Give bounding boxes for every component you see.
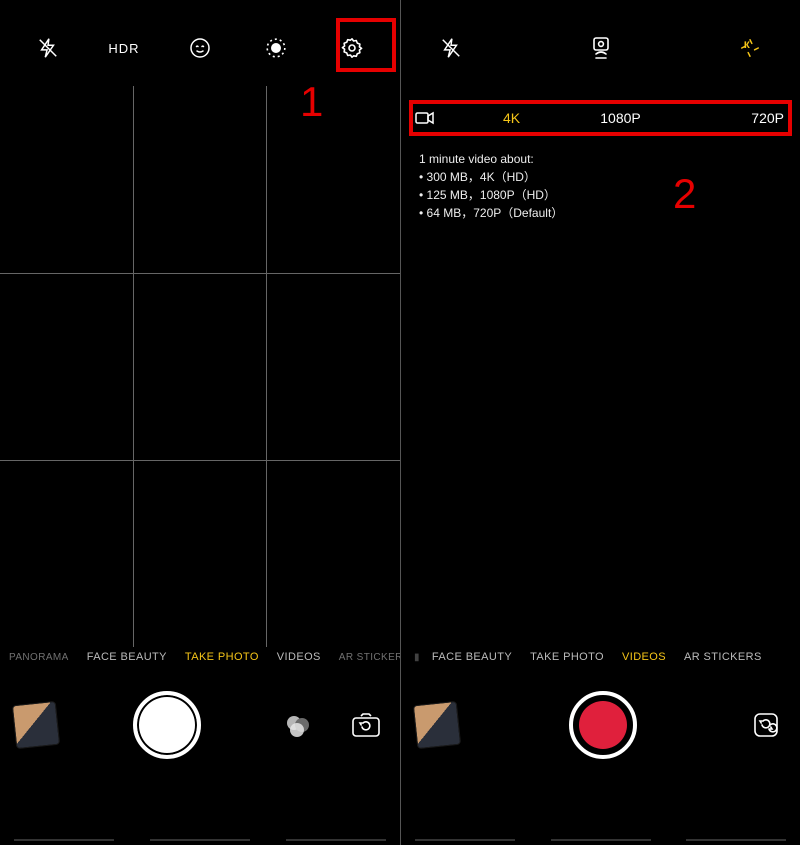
info-title: 1 minute video about: [419,150,563,168]
resolution-info: 1 minute video about: • 300 MB，4K（HD） • … [419,150,563,222]
info-line-1: • 125 MB，1080P（HD） [419,186,563,204]
mode-videos[interactable]: VIDEOS [268,651,330,663]
right-controls-group [276,703,386,747]
live-photo-icon[interactable] [252,24,300,72]
nav-bar-strip [415,839,786,843]
gallery-thumbnail[interactable] [12,701,60,749]
top-icon-bar [401,24,800,72]
flash-off-icon[interactable] [24,24,72,72]
resolution-1080p[interactable]: 1080P [566,110,675,126]
screen-video-mode: 2 4K 1080P 720P 1 minute video about: • … [400,0,800,845]
info-line-0: • 300 MB，4K（HD） [419,168,563,186]
mode-selector[interactable]: ▮ FACE BEAUTY TAKE PHOTO VIDEOS AR STICK… [401,645,800,669]
flash-off-icon[interactable] [427,24,475,72]
mode-videos[interactable]: VIDEOS [613,651,675,663]
bottom-controls [401,685,800,765]
mode-panorama[interactable]: PANORAMA [0,652,78,663]
gallery-thumbnail[interactable] [413,701,461,749]
shutter-button[interactable] [133,691,201,759]
video-icon [413,111,437,125]
resolution-4k[interactable]: 4K [457,110,566,126]
mode-face-beauty[interactable]: FACE BEAUTY [423,651,521,663]
hdr-toggle[interactable]: HDR [100,24,148,72]
stabilization-icon[interactable] [577,24,625,72]
record-button[interactable] [569,691,637,759]
bottom-controls [0,685,400,765]
resolution-720p[interactable]: 720P [675,110,788,126]
mode-ar-stickers[interactable]: AR STICKERS [675,651,771,663]
info-line-2: • 64 MB，720P（Default） [419,204,563,222]
hdr-label: HDR [108,41,139,56]
video-resolution-icon[interactable] [726,24,774,72]
switch-camera-button[interactable] [346,709,386,741]
mode-take-photo[interactable]: TAKE PHOTO [521,651,613,663]
callout-box-settings [336,18,396,72]
mode-ar-stickers[interactable]: AR STICKERS [330,652,400,663]
beauty-mode-icon[interactable] [176,24,224,72]
composition-grid [0,86,400,647]
screen-photo-mode: HDR 1 [0,0,400,845]
callout-number-2: 2 [673,170,696,218]
mode-take-photo[interactable]: TAKE PHOTO [176,651,268,663]
mode-edge-hidden: ▮ [405,652,423,663]
resolution-selector: 4K 1080P 720P [413,104,788,132]
mode-face-beauty[interactable]: FACE BEAUTY [78,651,176,663]
nav-bar-strip [14,839,386,843]
right-controls-group [746,709,786,741]
mode-selector[interactable]: PANORAMA FACE BEAUTY TAKE PHOTO VIDEOS A… [0,645,400,669]
filters-button[interactable] [276,703,320,747]
switch-camera-button[interactable] [746,709,786,741]
